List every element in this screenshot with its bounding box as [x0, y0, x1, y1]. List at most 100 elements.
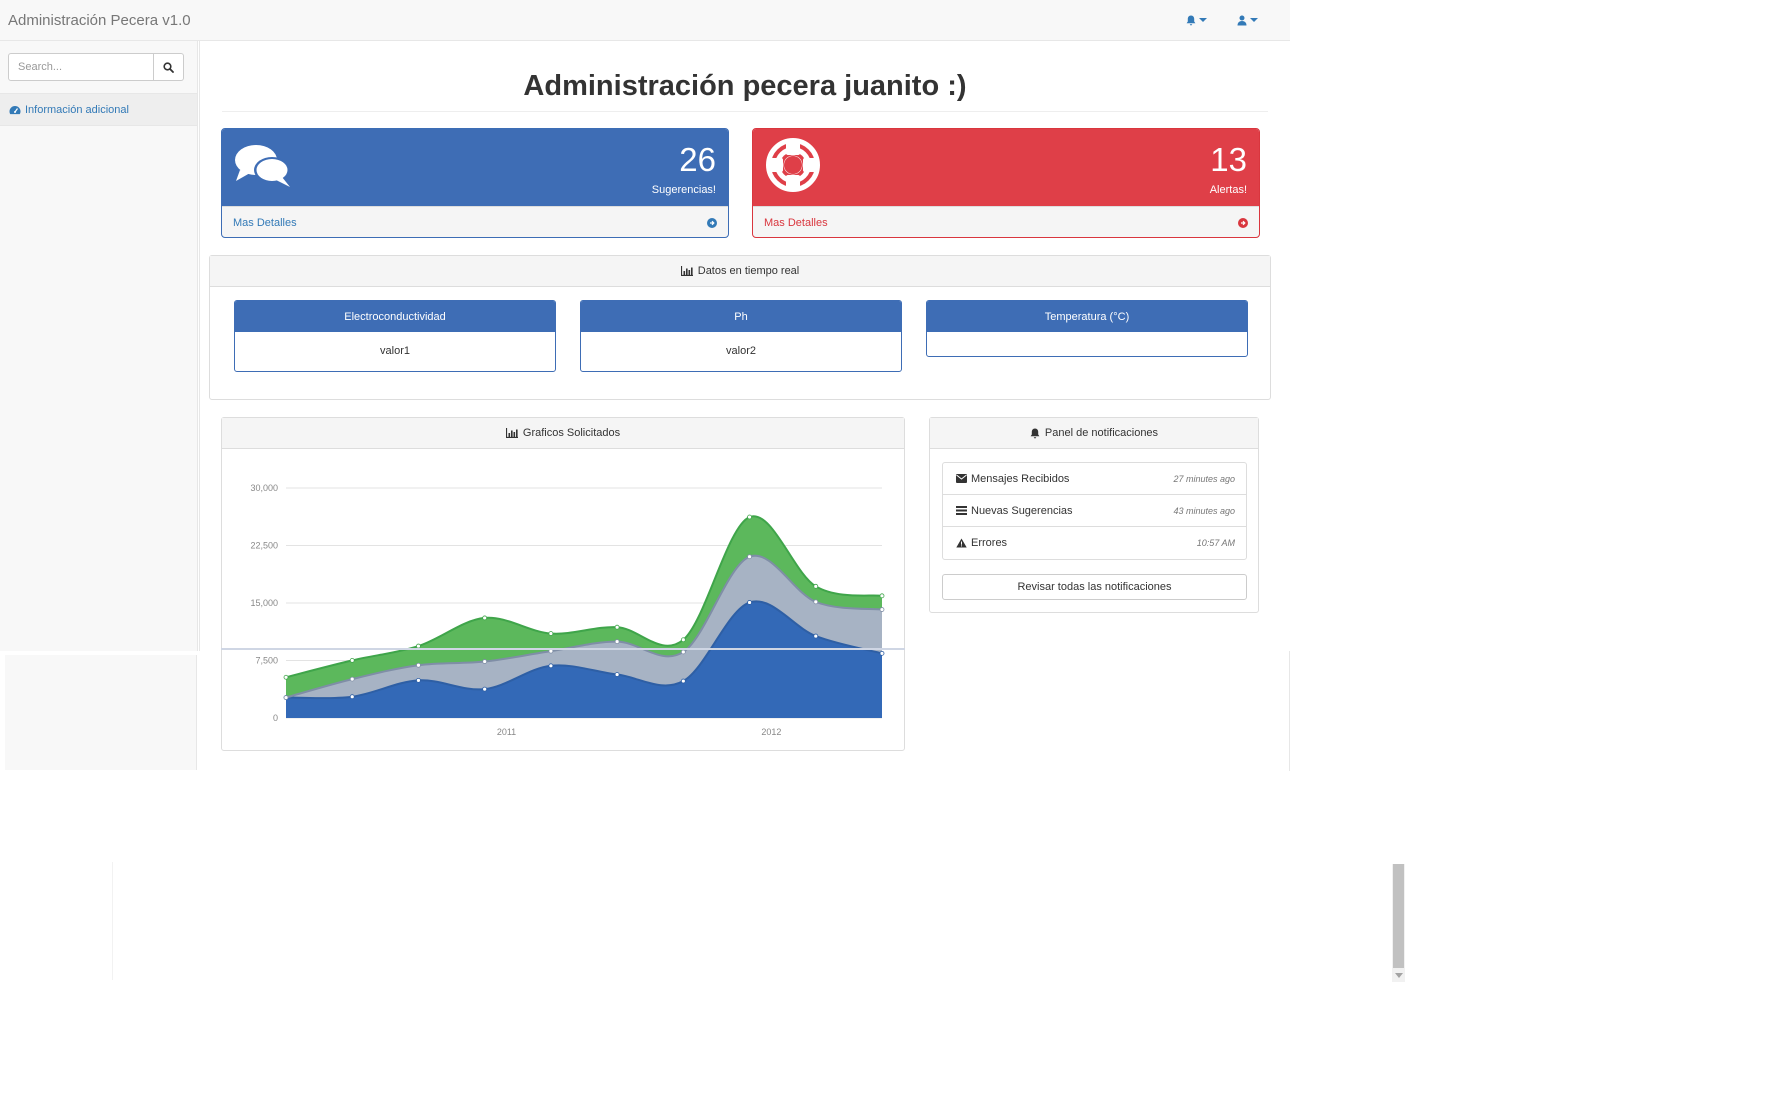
realtime-panel-title: Datos en tiempo real	[697, 265, 800, 277]
alerts-panel-heading: 13 Alertas!	[753, 129, 1259, 206]
suggestions-count: 26	[679, 141, 716, 178]
data-point	[813, 583, 819, 589]
data-point	[813, 633, 819, 639]
realtime-data-panel: Datos en tiempo real Electroconductivida…	[209, 255, 1271, 400]
sidebar-lower-fragment	[5, 655, 197, 770]
scroll-down-arrow-icon[interactable]	[1395, 973, 1403, 978]
alerts-label: Alertas!	[1209, 184, 1247, 196]
data-point	[747, 600, 752, 605]
data-point	[747, 514, 752, 520]
tasks-icon	[956, 506, 967, 515]
notifications-panel-heading: Panel de notificaciones	[930, 418, 1258, 449]
data-point	[482, 615, 488, 621]
alerts-count: 13	[1210, 141, 1247, 178]
scrollbar[interactable]	[1392, 864, 1405, 982]
sensor-card-electroconductividad: Electroconductividad valor1	[234, 300, 556, 372]
bar-chart-icon	[680, 266, 693, 276]
y-tick-label: 22,500	[250, 541, 278, 551]
notification-item[interactable]: Mensajes Recibidos 27 minutes ago	[943, 463, 1246, 495]
y-tick-label: 15,000	[250, 598, 278, 608]
page-title: Administración pecera juanito :)	[523, 70, 967, 102]
title-divider	[222, 111, 1268, 112]
notification-time: 27 minutes ago	[1173, 473, 1235, 484]
arrow-circle-right-icon	[707, 217, 717, 228]
bell-icon	[1030, 428, 1040, 438]
data-point	[813, 599, 819, 605]
sensor-value: valor1	[380, 345, 410, 357]
suggestions-panel-heading: 26 Sugerencias!	[222, 129, 728, 206]
sidebar-item-informacion-adicional[interactable]: Información adicional	[0, 93, 197, 126]
notifications-panel: Panel de notificaciones Mensajes Recibid…	[929, 417, 1259, 613]
data-point	[879, 607, 885, 612]
bell-icon	[1186, 15, 1196, 25]
review-all-notifications-button[interactable]: Revisar todas las notificaciones	[942, 574, 1247, 600]
data-point	[283, 695, 289, 700]
render-glitch-line	[221, 648, 905, 650]
search-button[interactable]	[154, 53, 184, 81]
data-point	[283, 674, 289, 680]
data-point	[482, 659, 488, 664]
realtime-panel-heading: Datos en tiempo real	[210, 256, 1270, 287]
details-link-label: Mas Detalles	[764, 216, 828, 229]
search-input[interactable]	[8, 53, 154, 81]
x-tick-label: 2011	[497, 727, 516, 737]
chevron-down-icon	[1250, 18, 1258, 22]
suggestions-details-link[interactable]: Mas Detalles	[222, 206, 728, 237]
dashboard-icon	[9, 105, 21, 114]
charts-panel-title: Graficos Solicitados	[522, 427, 621, 439]
notification-label: Mensajes Recibidos	[971, 472, 1070, 485]
arrow-circle-right-icon	[1238, 217, 1248, 228]
notification-item[interactable]: Errores 10:57 AM	[943, 527, 1246, 559]
data-point	[416, 677, 421, 683]
y-tick-label: 30,000	[250, 483, 278, 493]
notification-label: Errores	[971, 537, 1008, 549]
data-point	[416, 662, 421, 668]
data-point	[548, 631, 554, 636]
notifications-dropdown[interactable]	[1186, 11, 1207, 29]
data-point	[349, 676, 355, 682]
bar-chart-icon	[505, 428, 518, 438]
data-point	[349, 658, 355, 663]
sensor-label: Electroconductividad	[235, 301, 555, 332]
data-point	[680, 649, 686, 655]
y-tick-label: 0	[273, 713, 278, 723]
data-point	[614, 639, 620, 645]
user-dropdown[interactable]	[1237, 11, 1258, 29]
warning-icon	[956, 538, 967, 548]
sensor-card-ph: Ph valor2	[580, 300, 902, 372]
comments-icon	[235, 145, 290, 187]
chevron-down-icon	[1199, 18, 1207, 22]
user-icon	[1237, 15, 1247, 25]
sensor-label: Temperatura (°C)	[927, 301, 1247, 332]
notification-time: 10:57 AM	[1196, 538, 1235, 548]
suggestions-panel: 26 Sugerencias! Mas Detalles	[221, 128, 729, 238]
notification-label: Nuevas Sugerencias	[971, 504, 1073, 517]
data-point	[349, 694, 355, 700]
details-link-label: Mas Detalles	[233, 216, 297, 229]
sensor-label: Ph	[581, 301, 901, 332]
notification-item[interactable]: Nuevas Sugerencias 43 minutes ago	[943, 495, 1246, 527]
scrollbar-thumb[interactable]	[1393, 864, 1404, 968]
sidebar: Información adicional	[0, 41, 198, 651]
sidebar-item-label: Información adicional	[25, 103, 129, 116]
y-tick-label: 7,500	[255, 656, 278, 666]
life-ring-icon	[766, 138, 820, 192]
alerts-details-link[interactable]: Mas Detalles	[753, 206, 1259, 237]
data-point	[614, 624, 620, 630]
data-point	[614, 672, 620, 677]
data-point	[879, 593, 885, 599]
sensor-value: valor2	[726, 345, 756, 357]
navbar-brand[interactable]: Administración Pecera v1.0	[8, 12, 191, 29]
requested-charts-panel: Graficos Solicitados 0 7,500 15,000 22,500 3…	[221, 417, 905, 751]
data-point	[680, 678, 686, 684]
top-navbar: Administración Pecera v1.0	[0, 0, 1290, 41]
envelope-icon	[956, 474, 967, 483]
charts-panel-heading: Graficos Solicitados	[222, 418, 904, 449]
search-icon	[163, 61, 174, 73]
suggestions-label: Sugerencias!	[651, 184, 716, 196]
alerts-panel: 13 Alertas! Mas Detalles	[752, 128, 1260, 238]
data-point	[680, 637, 686, 643]
faint-divider	[112, 862, 113, 980]
data-point	[879, 650, 885, 656]
sidebar-search	[8, 53, 184, 81]
